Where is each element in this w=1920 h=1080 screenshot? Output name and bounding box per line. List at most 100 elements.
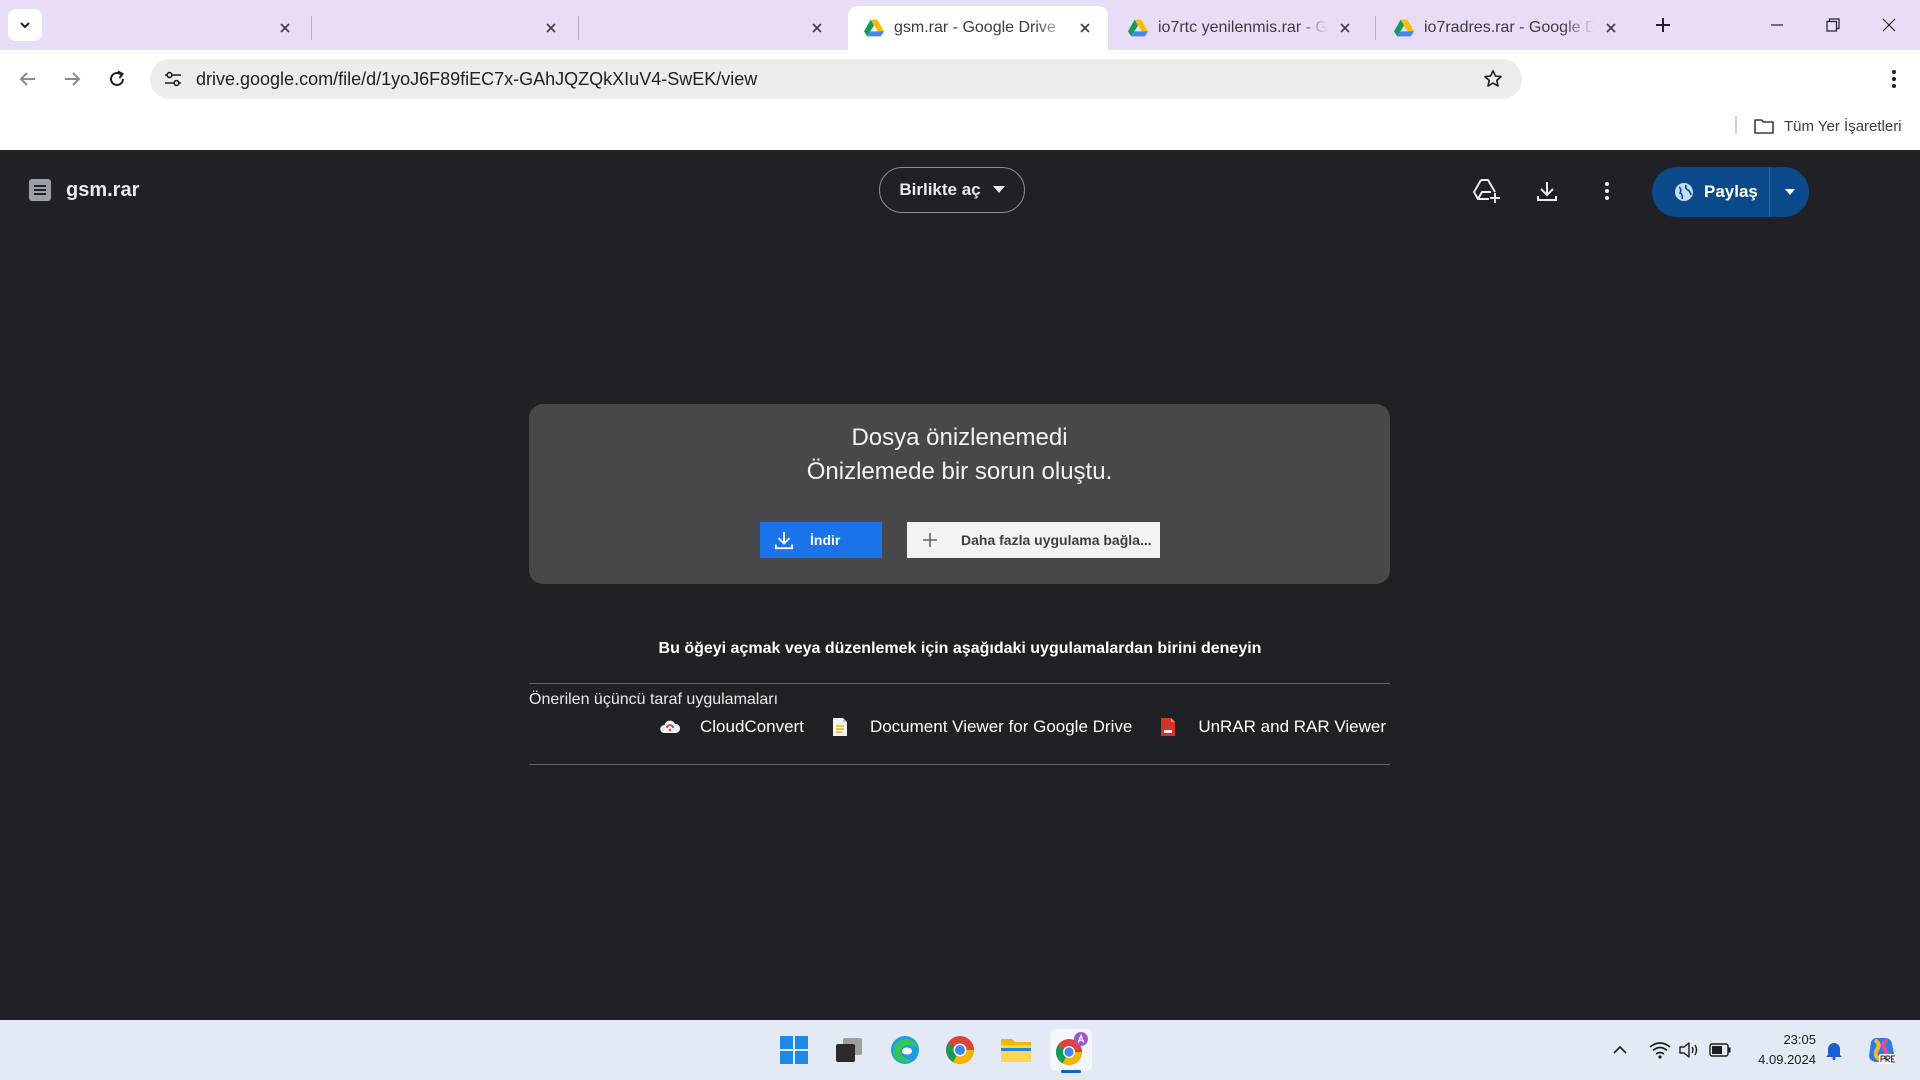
edge-button[interactable] [884, 1029, 926, 1071]
reload-button[interactable] [99, 61, 135, 97]
bookmark-star-button[interactable] [1478, 64, 1508, 94]
task-view-button[interactable] [828, 1029, 870, 1071]
file-header: gsm.rar [28, 178, 139, 202]
plus-icon [1656, 18, 1670, 32]
app-name: CloudConvert [700, 717, 804, 736]
plus-icon [923, 533, 937, 547]
windows-taskbar: 23:05 4.09.2024 [0, 1020, 1920, 1080]
browser-toolbar: drive.google.com/file/d/1yoJ6F89fiEC7x-G… [0, 50, 1920, 108]
app-unrar[interactable]: UnRAR and RAR Viewer [1158, 717, 1386, 737]
download-file-button[interactable]: İndir [760, 522, 882, 558]
tab-close-button[interactable] [1336, 19, 1354, 37]
divider-bottom [529, 764, 1390, 765]
app-name: UnRAR and RAR Viewer [1198, 717, 1387, 736]
task-view-icon [836, 1038, 862, 1062]
network-button[interactable] [1648, 1038, 1672, 1062]
suggested-apps-label: Önerilen üçüncü taraf uygulamaları [529, 691, 779, 708]
app-cloudconvert[interactable]: CloudConvert [660, 717, 804, 737]
copilot-icon [1869, 1037, 1896, 1064]
close-icon [812, 23, 822, 33]
forward-button[interactable] [54, 61, 90, 97]
all-bookmarks-label: Tüm Yer İşaretleri [1784, 117, 1902, 135]
clock-time: 23:05 [1783, 1032, 1816, 1047]
arrow-right-icon [65, 72, 81, 86]
folder-icon [1754, 119, 1774, 134]
caret-down-icon [992, 186, 1005, 193]
tab-3[interactable] [584, 6, 840, 50]
browser-menu-button[interactable] [1876, 61, 1912, 97]
tab-io7radres[interactable]: io7radres.rar - Google Drive [1378, 6, 1634, 50]
new-tab-button[interactable] [1650, 12, 1676, 38]
divider-top [529, 683, 1390, 684]
bell-icon [1826, 1043, 1842, 1060]
tab-close-button[interactable] [808, 19, 826, 37]
tab-search-button[interactable] [8, 9, 42, 41]
app-name: Document Viewer for Google Drive [869, 717, 1133, 736]
tab-gsm-rar[interactable]: gsm.rar - Google Drive [848, 6, 1108, 50]
volume-button[interactable] [1677, 1038, 1701, 1062]
close-icon [1340, 23, 1350, 33]
share-label: Paylaş [1704, 182, 1758, 201]
show-hidden-icons-button[interactable] [1608, 1038, 1632, 1062]
more-vert-icon [1605, 182, 1609, 200]
share-main-button[interactable]: Paylaş [1652, 167, 1770, 217]
share-dropdown-button[interactable] [1770, 189, 1809, 195]
connect-more-apps-label: Daha fazla uygulama bağla... [961, 532, 1152, 548]
wifi-icon [1649, 1042, 1671, 1059]
globe-icon [1675, 183, 1693, 201]
taskbar-clock[interactable]: 23:05 4.09.2024 [1748, 1030, 1816, 1070]
download-file-label: İndir [810, 532, 841, 548]
windows-start-icon [780, 1036, 808, 1064]
tab-title: io7radres.rar - Google Drive [1424, 19, 1594, 36]
notifications-button[interactable] [1822, 1038, 1846, 1062]
file-explorer-button[interactable] [995, 1029, 1037, 1071]
tab-2[interactable] [318, 6, 574, 50]
chrome-icon [946, 1036, 974, 1064]
cloudconvert-icon [660, 717, 680, 737]
close-icon [546, 23, 556, 33]
file-title: gsm.rar [66, 178, 140, 201]
tab-close-button[interactable] [1602, 19, 1620, 37]
running-indicator [1061, 1070, 1081, 1073]
tab-1[interactable] [52, 6, 308, 50]
tab-close-button[interactable] [276, 19, 294, 37]
chevron-down-icon [20, 22, 30, 29]
connect-more-apps-button[interactable]: Daha fazla uygulama bağla... [907, 522, 1160, 558]
file-explorer-icon [1001, 1039, 1031, 1062]
battery-button[interactable] [1708, 1038, 1732, 1062]
url-text[interactable]: drive.google.com/file/d/1yoJ6F89fiEC7x-G… [196, 69, 1478, 90]
add-to-drive-icon [1473, 179, 1500, 203]
share-button[interactable]: Paylaş [1652, 167, 1809, 217]
add-shortcut-button[interactable] [1470, 174, 1504, 208]
suggested-apps-list: CloudConvert Document Viewer for Google … [660, 712, 1412, 742]
tab-close-button[interactable] [542, 19, 560, 37]
site-info-button[interactable] [158, 64, 188, 94]
restore-icon [1826, 18, 1840, 32]
minimize-icon [1771, 24, 1783, 26]
restore-button[interactable] [1810, 8, 1856, 42]
chrome-profile-button[interactable] [1050, 1029, 1092, 1073]
google-drive-icon [1394, 19, 1414, 37]
tab-io7rtc[interactable]: io7rtc yenilenmis.rar - Google Drive [1112, 6, 1368, 50]
more-actions-button[interactable] [1590, 174, 1624, 208]
copilot-button[interactable] [1864, 1033, 1898, 1067]
download-icon [1537, 182, 1557, 201]
bookmarks-bar: Tüm Yer İşaretleri [0, 108, 1920, 150]
tab-close-button[interactable] [1076, 19, 1094, 37]
all-bookmarks-button[interactable]: Tüm Yer İşaretleri [1754, 114, 1902, 138]
minimize-button[interactable] [1754, 8, 1800, 42]
caret-down-icon [1784, 189, 1795, 195]
app-document-viewer[interactable]: Document Viewer for Google Drive [830, 717, 1132, 737]
download-button[interactable] [1530, 174, 1564, 208]
google-drive-icon [864, 19, 884, 37]
download-icon [774, 531, 794, 550]
back-button[interactable] [10, 61, 46, 97]
address-bar[interactable]: drive.google.com/file/d/1yoJ6F89fiEC7x-G… [150, 59, 1522, 99]
chrome-button[interactable] [939, 1029, 981, 1071]
open-with-button[interactable]: Birlikte aç [879, 167, 1025, 213]
star-icon [1484, 70, 1502, 87]
speaker-icon [1679, 1042, 1698, 1058]
tab-title: gsm.rar - Google Drive [894, 19, 1056, 36]
start-button[interactable] [773, 1029, 815, 1071]
window-close-button[interactable] [1866, 8, 1912, 42]
